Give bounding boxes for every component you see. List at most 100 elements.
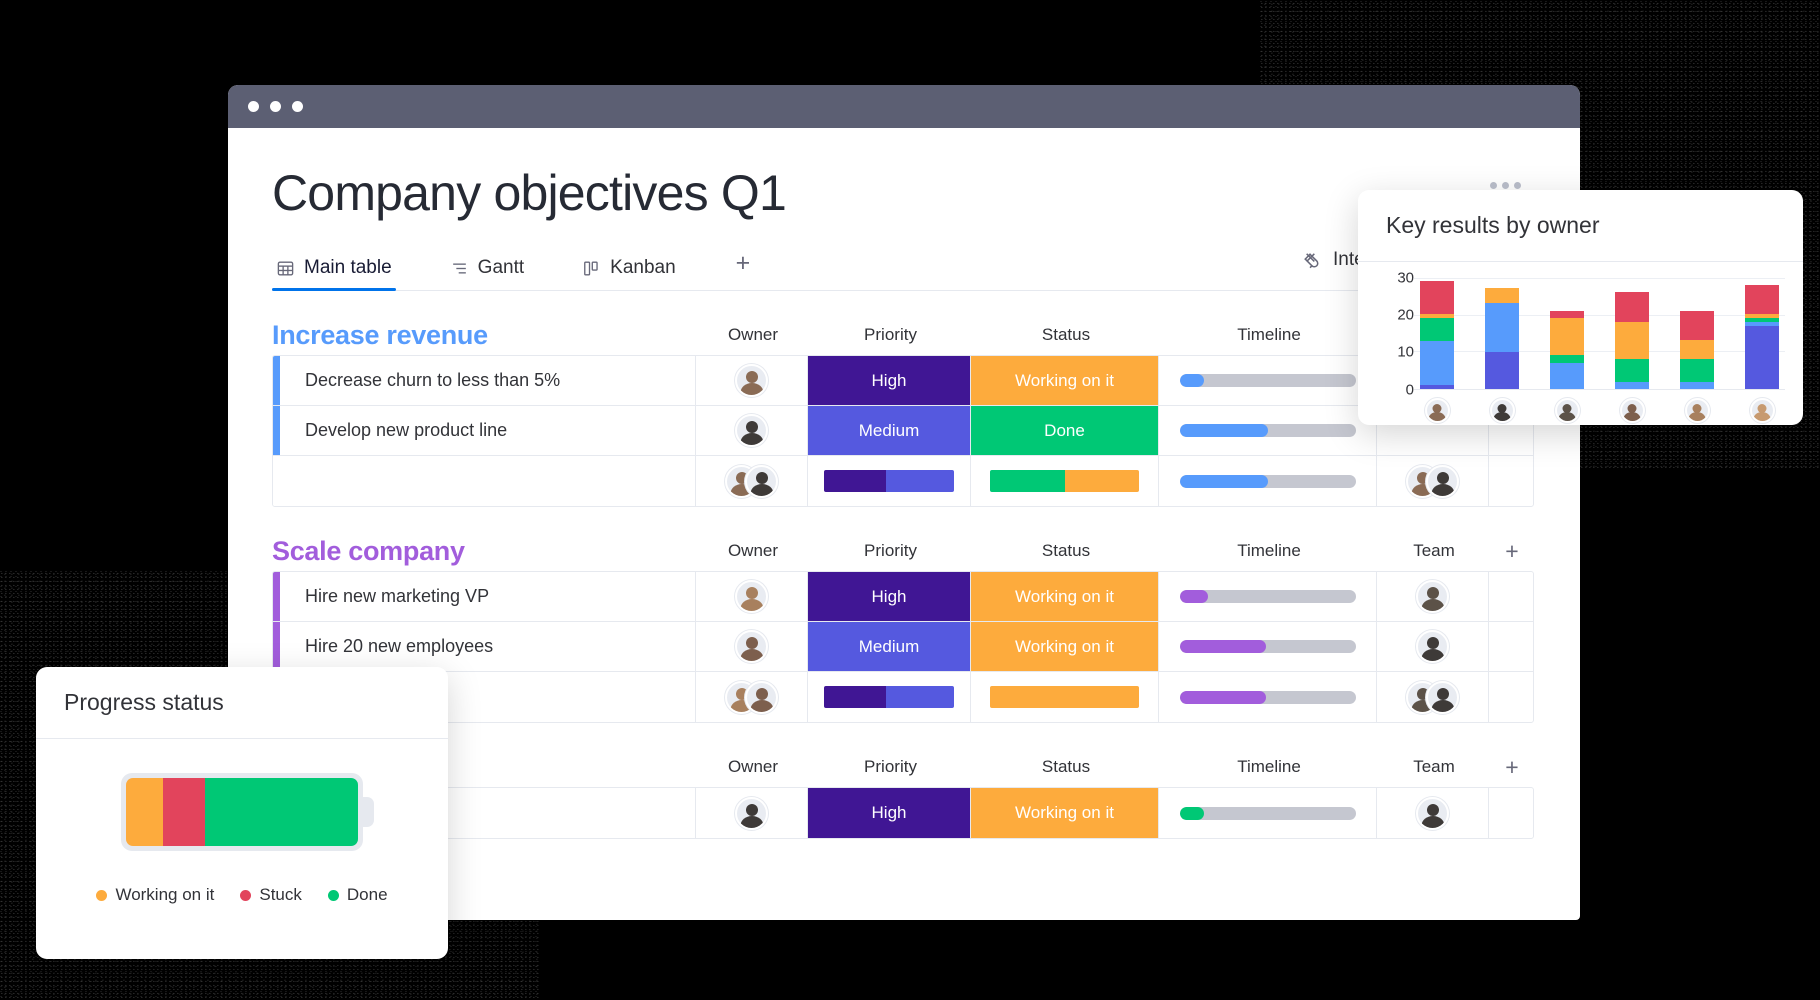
cell-timeline[interactable] xyxy=(1159,622,1377,671)
table-row[interactable]: Hire 20 new employees Medium Working on … xyxy=(273,622,1533,672)
column-header-priority: Priority xyxy=(864,757,917,776)
bar-owner-5[interactable] xyxy=(1680,310,1714,389)
y-tick: 10 xyxy=(1397,343,1414,361)
timeline-bar xyxy=(1179,640,1356,653)
cell-priority[interactable]: High xyxy=(808,788,971,838)
kanban-icon xyxy=(584,260,598,276)
avatar xyxy=(735,364,768,397)
cell-owner[interactable] xyxy=(696,788,808,838)
row-name[interactable]: Hire 20 new employees xyxy=(280,622,696,671)
cell-status[interactable]: Working on it xyxy=(971,572,1159,621)
add-column-button[interactable]: + xyxy=(1490,538,1534,565)
key-results-chart-card: Key results by owner 30 20 10 0 xyxy=(1358,190,1803,425)
row-name[interactable]: Hire new marketing VP xyxy=(280,572,696,621)
group-header: Scale company Owner Priority Status Time… xyxy=(272,531,1534,571)
cell-priority[interactable]: Medium xyxy=(808,406,971,455)
cell-status[interactable]: Working on it xyxy=(971,788,1159,838)
bar-owner-3[interactable] xyxy=(1550,310,1584,389)
cell-priority[interactable]: High xyxy=(808,356,971,405)
x-tick-avatar-5[interactable] xyxy=(1680,398,1714,423)
cell-status[interactable]: Working on it xyxy=(971,356,1159,405)
cell-add[interactable] xyxy=(1489,572,1533,621)
chart-card-title: Key results by owner xyxy=(1358,190,1803,262)
priority-distribution-bar xyxy=(824,686,954,708)
cell-timeline[interactable] xyxy=(1159,788,1377,838)
cell-priority[interactable]: Medium xyxy=(808,622,971,671)
cell-team[interactable] xyxy=(1377,622,1489,671)
table-row[interactable]: d 24/7 support High Working on it xyxy=(273,788,1533,838)
timeline-bar xyxy=(1179,806,1356,820)
bar-owner-1[interactable] xyxy=(1420,280,1454,389)
x-tick-avatar-3[interactable] xyxy=(1550,398,1584,423)
cell-status[interactable]: Done xyxy=(971,406,1159,455)
bar-owner-4[interactable] xyxy=(1615,291,1649,389)
add-view-button[interactable]: + xyxy=(736,249,751,290)
x-tick-avatar-4[interactable] xyxy=(1615,398,1649,423)
column-header-status: Status xyxy=(1041,325,1091,344)
table-row[interactable]: Develop new product line Medium Done xyxy=(273,406,1533,456)
summary-team xyxy=(1377,456,1489,506)
column-header-team: Team xyxy=(1413,541,1455,560)
group-title[interactable]: Increase revenue xyxy=(272,320,488,351)
cell-add[interactable] xyxy=(1489,622,1533,671)
cell-owner[interactable] xyxy=(696,622,808,671)
column-header-owner: Owner xyxy=(727,757,779,776)
avatar xyxy=(1416,796,1449,830)
column-header-status: Status xyxy=(1041,541,1091,560)
tab-main-table[interactable]: Main table xyxy=(272,257,396,291)
cell-team[interactable] xyxy=(1377,572,1489,621)
row-name[interactable]: Develop new product line xyxy=(280,406,696,455)
legend-item-done: Done xyxy=(327,885,388,905)
cell-priority[interactable]: High xyxy=(808,572,971,621)
cell-timeline[interactable] xyxy=(1159,572,1377,621)
segment-stuck xyxy=(163,778,205,846)
window-close-dot[interactable] xyxy=(248,101,259,112)
group-rows: d 24/7 support High Working on it xyxy=(272,787,1534,839)
x-tick-avatar-1[interactable] xyxy=(1420,398,1454,423)
cell-status[interactable]: Working on it xyxy=(971,622,1159,671)
bar-owner-2[interactable] xyxy=(1485,288,1519,389)
avatar xyxy=(735,796,768,830)
cell-owner[interactable] xyxy=(696,572,808,621)
group-title[interactable]: Scale company xyxy=(272,536,465,567)
table-row[interactable]: Hire new marketing VP High Working on it xyxy=(273,572,1533,622)
legend-item-working-on-it: Working on it xyxy=(96,885,214,905)
x-tick-avatar-6[interactable] xyxy=(1745,398,1779,423)
column-header-status: Status xyxy=(1041,757,1091,776)
cell-owner[interactable] xyxy=(696,356,808,405)
plug-icon[interactable] xyxy=(1299,249,1322,272)
cell-timeline[interactable] xyxy=(1159,356,1377,405)
summary-priority xyxy=(808,672,971,722)
gridline xyxy=(1414,278,1785,279)
progress-legend: Working on it Stuck Done xyxy=(76,885,408,905)
cell-owner[interactable] xyxy=(696,406,808,455)
battery-gauge xyxy=(121,773,363,851)
x-tick-avatar-2[interactable] xyxy=(1485,398,1519,423)
bar-owner-6[interactable] xyxy=(1745,284,1779,389)
column-headers: Owner Priority Status Timeline Team + xyxy=(697,538,1534,565)
table-row[interactable]: Decrease churn to less than 5% High Work… xyxy=(273,356,1533,406)
avatar xyxy=(735,414,768,447)
column-headers: Owner Priority Status Timeline Team + xyxy=(697,754,1534,781)
gantt-icon xyxy=(452,262,466,274)
window-titlebar xyxy=(228,85,1580,128)
cell-timeline[interactable] xyxy=(1159,406,1377,455)
add-column-button[interactable]: + xyxy=(1490,754,1534,781)
chart-plot: 30 20 10 0 xyxy=(1376,270,1785,399)
tab-gantt[interactable]: Gantt xyxy=(446,257,528,290)
row-name[interactable]: Decrease churn to less than 5% xyxy=(280,356,696,405)
window-maximize-dot[interactable] xyxy=(292,101,303,112)
group-header: Increase revenue Owner Priority Status T… xyxy=(272,315,1534,355)
legend-dot-working-on-it xyxy=(96,889,108,901)
window-minimize-dot[interactable] xyxy=(270,101,281,112)
tab-kanban[interactable]: Kanban xyxy=(578,257,680,290)
chart-x-axis xyxy=(1414,390,1785,423)
cell-add[interactable] xyxy=(1489,788,1533,838)
chart-more-options-icon[interactable] xyxy=(1490,182,1774,189)
avatar-pair xyxy=(725,680,778,714)
summary-team xyxy=(1377,672,1489,722)
cell-team[interactable] xyxy=(1377,788,1489,838)
legend-dot-done xyxy=(327,889,339,901)
avatar xyxy=(1416,630,1449,663)
progress-body: Working on it Stuck Done xyxy=(36,739,448,905)
